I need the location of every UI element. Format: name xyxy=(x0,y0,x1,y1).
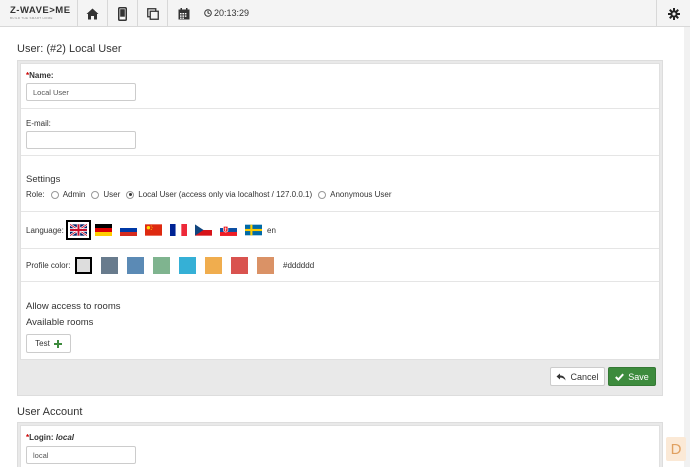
role-option-label: User xyxy=(103,190,121,199)
account-form: *Login: local local xyxy=(20,425,660,467)
logo-subtitle: BUILD THE SMART HOME xyxy=(10,16,53,20)
color-swatch-green[interactable] xyxy=(153,257,170,274)
home-button[interactable] xyxy=(77,0,107,27)
email-input[interactable] xyxy=(26,131,136,149)
page-scrollbar[interactable] xyxy=(684,27,690,467)
check-icon xyxy=(615,373,625,381)
undo-arrow-icon xyxy=(556,373,566,380)
divider xyxy=(21,211,659,212)
role-option-label: Anonymous User xyxy=(330,190,392,199)
plus-icon xyxy=(53,339,62,348)
save-button[interactable]: Save xyxy=(608,367,656,386)
selected-color-value: #dddddd xyxy=(283,261,315,270)
add-room-test-button[interactable]: Test xyxy=(26,334,71,353)
role-option-label: Local User (access only via localhost / … xyxy=(138,190,313,199)
name-label: *Name: xyxy=(26,71,54,80)
clock-icon xyxy=(204,9,212,17)
divider xyxy=(21,108,659,109)
flag-en-icon[interactable] xyxy=(66,220,91,240)
color-swatch-cyan[interactable] xyxy=(179,257,196,274)
copy-icon xyxy=(146,7,159,20)
color-swatch-red[interactable] xyxy=(231,257,248,274)
room-label: Test xyxy=(35,339,50,348)
color-swatch-tan[interactable] xyxy=(257,257,274,274)
role-label: Role: xyxy=(26,190,45,199)
divider xyxy=(21,248,659,249)
color-swatch-slate[interactable] xyxy=(101,257,118,274)
role-option-label: Admin xyxy=(62,190,86,199)
role-radio-user[interactable] xyxy=(91,190,100,199)
cancel-button[interactable]: Cancel xyxy=(550,367,605,386)
role-radio-anonymous[interactable] xyxy=(318,190,327,199)
login-label: *Login: local xyxy=(26,433,75,442)
user-title: User: (#2) Local User xyxy=(17,43,122,55)
calendar-icon xyxy=(178,7,189,19)
flag-cn-icon[interactable] xyxy=(145,224,162,236)
flag-ru-icon[interactable] xyxy=(120,224,137,236)
role-radio-admin[interactable] xyxy=(50,190,59,199)
zwave-logo[interactable]: Z-WAVE>ME BUILD THE SMART HOME xyxy=(10,5,71,20)
flag-sv-icon[interactable] xyxy=(245,224,262,236)
role-radio-group: Role: Admin User Local User (access only… xyxy=(26,190,392,199)
mobile-icon xyxy=(118,6,127,21)
color-swatch-blue[interactable] xyxy=(127,257,144,274)
account-panel: *Login: local local xyxy=(17,422,663,467)
rooms-heading: Allow access to rooms xyxy=(26,301,121,312)
flag-de-icon[interactable] xyxy=(95,224,112,236)
main-content: User: (#2) Local User *Name: Local User … xyxy=(0,27,690,467)
role-radio-local-user[interactable] xyxy=(126,190,135,199)
user-form: *Name: Local User E-mail: Settings Role:… xyxy=(20,63,660,360)
user-panel: *Name: Local User E-mail: Settings Role:… xyxy=(17,60,663,396)
flag-cz-icon[interactable] xyxy=(195,224,212,236)
language-label: Language: xyxy=(26,226,64,235)
gear-icon xyxy=(667,7,680,20)
divider xyxy=(21,281,659,282)
logo-text: Z-WAVE>ME xyxy=(10,5,71,16)
dz-widget-icon[interactable]: D xyxy=(666,437,686,461)
flag-sk-icon[interactable] xyxy=(220,224,237,236)
available-rooms-heading: Available rooms xyxy=(26,317,94,328)
flag-fr-icon[interactable] xyxy=(170,224,187,236)
selected-language-code: en xyxy=(267,226,276,235)
login-input[interactable]: local xyxy=(26,446,136,464)
settings-button[interactable] xyxy=(656,0,690,27)
color-swatch-gray[interactable] xyxy=(75,257,92,274)
color-swatch-orange[interactable] xyxy=(205,257,222,274)
clock-display: 20:13:29 xyxy=(204,8,249,18)
divider xyxy=(21,155,659,156)
clock-time: 20:13:29 xyxy=(214,8,250,18)
top-navbar: Z-WAVE>ME BUILD THE SMART HOME 20:13:29 xyxy=(0,0,690,27)
events-button[interactable] xyxy=(167,0,199,27)
profile-color-label: Profile color: xyxy=(26,261,71,270)
name-input[interactable]: Local User xyxy=(26,83,136,101)
rooms-button[interactable] xyxy=(137,0,167,27)
email-label: E-mail: xyxy=(26,119,51,128)
home-icon xyxy=(86,8,99,19)
elements-button[interactable] xyxy=(107,0,137,27)
user-account-title: User Account xyxy=(17,406,83,418)
settings-heading: Settings xyxy=(26,174,61,185)
